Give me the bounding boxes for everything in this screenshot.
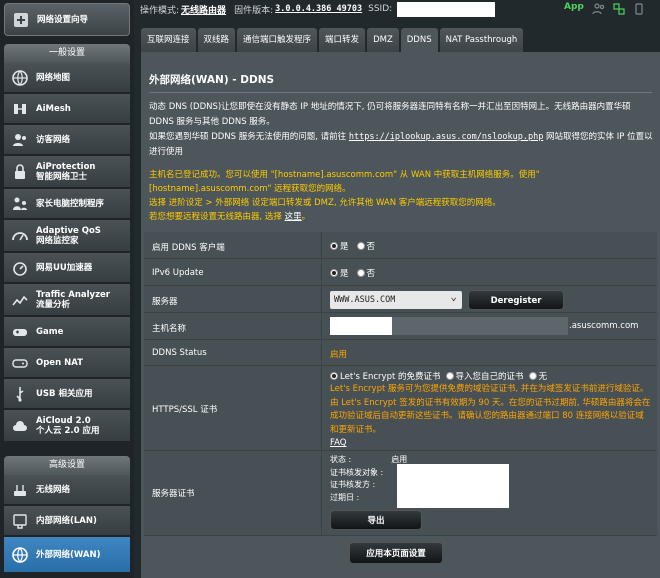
tab-internet-connection[interactable]: 互联网连接 [141, 28, 196, 52]
operation-mode-link[interactable]: 无线路由器 [181, 3, 226, 16]
globe-network-icon [10, 545, 30, 565]
tab-port-trigger[interactable]: 通信端口触发程序 [237, 28, 318, 52]
server-select[interactable]: WWW.ASUS.COM [330, 288, 462, 309]
status-icons [592, 2, 646, 16]
ssl-import-radio[interactable] [445, 372, 454, 380]
iplookup-link[interactable]: https://iplookup.asus.com/nslookup.php [349, 132, 543, 142]
sidebar-item-parental-control[interactable]: 家长电脑控制程序 [4, 189, 130, 219]
remote-setup-link[interactable]: 这里 [285, 212, 302, 222]
ssl-none-radio[interactable] [528, 372, 537, 380]
chart-line-icon [10, 290, 30, 310]
globe-icon [10, 68, 30, 88]
apply-button[interactable]: 应用本页面设置 [349, 542, 443, 564]
general-section-header: 一般设置 [4, 44, 130, 63]
row-server-certificate: 服务器证书 状态 : 启用 证书核发对象 : 证书核发方 : 过期日 : 导出 [144, 451, 657, 536]
lock-icon [10, 162, 30, 182]
qis-label: 网络设置向导 [37, 14, 89, 25]
sidebar-item-guest-network[interactable]: 访客网络 [4, 125, 130, 155]
sidebar-item-network-map[interactable]: 网络地图 [4, 63, 130, 93]
ssid-label: SSID: [368, 4, 393, 14]
speedometer-icon [10, 258, 30, 278]
sidebar-item-traffic-analyzer[interactable]: Traffic Analyzer 流量分析 [4, 284, 130, 316]
router-admin-page: 网络设置向导 一般设置 网络地图 AiMesh 访客网络 AiProtectio… [0, 0, 660, 578]
sidebar-item-wireless[interactable]: 无线网络 [4, 475, 130, 505]
network-status-icon[interactable] [612, 2, 626, 16]
row-enable-ddns: 启用 DDNS 客户端 是 否 [144, 232, 657, 259]
family-icon [10, 194, 30, 214]
ipv6-no-radio[interactable] [356, 269, 365, 277]
ddns-status-value: 启用 [330, 350, 348, 360]
cert-status-value: 启用 [391, 455, 408, 464]
ddns-description: 动态 DNS (DDNS)让您即使在没有静态 IP 地址的情况下, 仍可将服务器… [149, 102, 653, 157]
client-status-icon[interactable] [592, 2, 606, 16]
ssl-description: Let's Encrypt 服务可为您提供免费的域验证证书, 并在为域签发证书前… [330, 384, 651, 435]
gamepad-icon [10, 322, 30, 342]
usb-status-icon[interactable] [632, 2, 646, 16]
ssid-value[interactable] [397, 1, 496, 17]
export-button[interactable]: 导出 [330, 510, 422, 530]
sidebar-item-aimesh[interactable]: AiMesh [4, 94, 130, 124]
row-ipv6-update: IPv6 Update 是 否 [144, 259, 657, 286]
wan-tabs: 互联网连接 双线路 通信端口触发程序 端口转发 DMZ DDNS NAT Pas… [141, 28, 524, 52]
sidebar: 网络设置向导 一般设置 网络地图 AiMesh 访客网络 AiProtectio… [0, 0, 134, 578]
ddns-panel: 外部网络(WAN) - DDNS 动态 DNS (DDNS)让您即使在没有静态 … [141, 52, 660, 578]
advanced-section-header: 高级设置 [4, 456, 130, 475]
hostname-suffix: .asuscomm.com [569, 321, 639, 331]
cloud-icon [10, 416, 30, 436]
sidebar-item-usb-apps[interactable]: USB 相关应用 [4, 379, 130, 409]
quick-internet-setup-button[interactable]: 网络设置向导 [4, 3, 130, 36]
enable-ddns-no-radio[interactable] [356, 242, 365, 250]
mode-label: 操作模式: [140, 5, 180, 16]
faq-link[interactable]: FAQ [330, 438, 346, 448]
firmware-version-link[interactable]: 3.0.0.4.386_49703 [275, 4, 362, 14]
row-https-ssl: HTTPS/SSL 证书 Let's Encrypt 的免费证书 导入您自己的证… [144, 366, 657, 451]
deregister-button[interactable]: Deregister [468, 290, 564, 310]
sidebar-item-wan[interactable]: 外部网络(WAN) [4, 537, 130, 573]
tab-dmz[interactable]: DMZ [367, 28, 399, 52]
app-link[interactable]: App [564, 2, 584, 12]
lan-icon [10, 511, 30, 531]
tab-nat-passthrough[interactable]: NAT Passthrough [439, 28, 524, 52]
sidebar-item-aicloud[interactable]: AiCloud 2.0 个人云 2.0 应用 [4, 410, 130, 442]
sidebar-item-game[interactable]: Game [4, 317, 130, 347]
firmware-label: 固件版本: [234, 5, 274, 16]
tab-ddns[interactable]: DDNS [400, 28, 438, 52]
row-hostname: 主机名称 .asuscomm.com [144, 313, 657, 340]
title-divider [149, 92, 652, 93]
hostname-input[interactable] [330, 317, 568, 335]
mesh-icon [10, 99, 30, 119]
ssl-letsencrypt-radio[interactable] [330, 372, 338, 380]
wizard-icon [11, 10, 31, 30]
users-icon [10, 130, 30, 150]
sidebar-item-open-nat[interactable]: Open NAT [4, 348, 130, 378]
sidebar-item-uu-accelerator[interactable]: 网易UU加速器 [4, 253, 130, 283]
sidebar-item-adaptive-qos[interactable]: Adaptive QoS 网络监控家 [4, 220, 130, 252]
row-server: 服务器 WWW.ASUS.COM Deregister [144, 286, 657, 313]
page-title: 外部网络(WAN) - DDNS [149, 74, 275, 86]
usb-icon [10, 384, 30, 404]
row-ddns-status: DDNS Status 启用 [144, 340, 657, 366]
sidebar-item-aiprotection[interactable]: AiProtection 智能网络卫士 [4, 156, 130, 188]
wifi-icon [10, 480, 30, 500]
gauge-icon [10, 226, 30, 246]
certificate-info [397, 464, 509, 508]
ddns-form: 启用 DDNS 客户端 是 否 IPv6 Update 是 否 服务器 WWW.… [144, 232, 657, 536]
ddns-notice: 主机名已登记成功。您可以使用 "[hostname].asuscomm.com"… [149, 170, 540, 222]
status-bar: 操作模式: 无线路由器 固件版本: 3.0.0.4.386_49703 SSID… [140, 0, 660, 18]
sidebar-item-lan[interactable]: 内部网络(LAN) [4, 506, 130, 536]
enable-ddns-yes-radio[interactable] [330, 242, 338, 250]
controller-icon [10, 353, 30, 373]
tab-port-forwarding[interactable]: 端口转发 [319, 28, 366, 52]
ipv6-yes-radio[interactable] [330, 269, 338, 277]
tab-dual-wan[interactable]: 双线路 [197, 28, 236, 52]
